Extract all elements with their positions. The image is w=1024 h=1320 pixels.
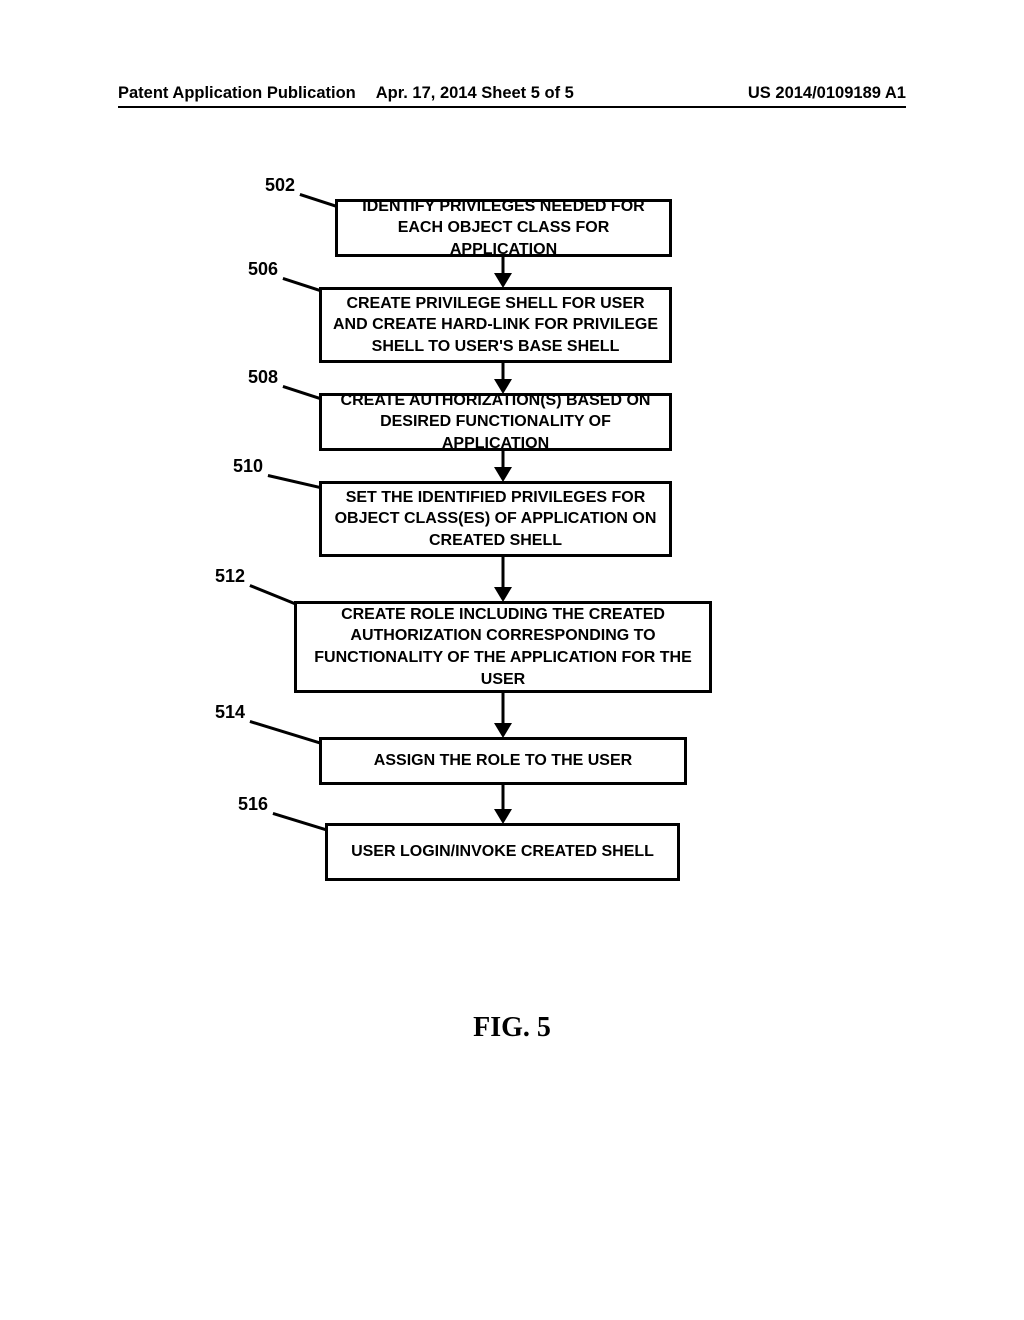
arrow-head-icon: [494, 809, 512, 824]
flow-box-text: CREATE PRIVILEGE SHELL FOR USER AND CREA…: [330, 293, 661, 358]
step-number-514: 514: [185, 702, 245, 723]
lead-line: [250, 720, 327, 746]
step-number-512: 512: [185, 566, 245, 587]
step-number-516: 516: [208, 794, 268, 815]
header-divider: [118, 106, 906, 108]
arrow-head-icon: [494, 587, 512, 602]
step-number-502: 502: [235, 175, 295, 196]
lead-line: [268, 474, 323, 489]
flow-box-512: CREATE ROLE INCLUDING THE CREATED AUTHOR…: [294, 601, 712, 693]
lead-line: [283, 277, 324, 292]
arrow: [502, 785, 505, 811]
flow-box-510: SET THE IDENTIFIED PRIVILEGES FOR OBJECT…: [319, 481, 672, 557]
arrow: [502, 557, 505, 589]
flow-box-508: CREATE AUTHORIZATION(S) BASED ON DESIRED…: [319, 393, 672, 451]
step-number-506: 506: [218, 259, 278, 280]
flow-box-text: USER LOGIN/INVOKE CREATED SHELL: [351, 841, 654, 863]
arrow-head-icon: [494, 467, 512, 482]
figure-label: FIG. 5: [0, 1012, 1024, 1044]
header-date-sheet: Apr. 17, 2014 Sheet 5 of 5: [376, 84, 574, 103]
flow-box-502: IDENTIFY PRIVILEGES NEEDED FOR EACH OBJE…: [335, 199, 672, 257]
flow-box-514: ASSIGN THE ROLE TO THE USER: [319, 737, 687, 785]
flow-box-text: IDENTIFY PRIVILEGES NEEDED FOR EACH OBJE…: [346, 196, 661, 261]
lead-line: [283, 385, 324, 400]
lead-line: [250, 584, 300, 606]
flow-box-text: CREATE AUTHORIZATION(S) BASED ON DESIRED…: [330, 390, 661, 455]
flow-box-516: USER LOGIN/INVOKE CREATED SHELL: [325, 823, 680, 881]
step-number-508: 508: [218, 367, 278, 388]
step-number-510: 510: [203, 456, 263, 477]
flow-box-text: SET THE IDENTIFIED PRIVILEGES FOR OBJECT…: [330, 487, 661, 552]
flow-box-506: CREATE PRIVILEGE SHELL FOR USER AND CREA…: [319, 287, 672, 363]
arrow-head-icon: [494, 273, 512, 288]
arrow: [502, 693, 505, 725]
page-header: Patent Application Publication Apr. 17, …: [118, 84, 906, 103]
lead-line: [273, 812, 331, 832]
header-publication-type: Patent Application Publication: [118, 84, 356, 103]
arrow-head-icon: [494, 723, 512, 738]
header-patent-number: US 2014/0109189 A1: [748, 84, 906, 103]
flow-box-text: ASSIGN THE ROLE TO THE USER: [374, 750, 632, 772]
flow-box-text: CREATE ROLE INCLUDING THE CREATED AUTHOR…: [305, 604, 701, 690]
